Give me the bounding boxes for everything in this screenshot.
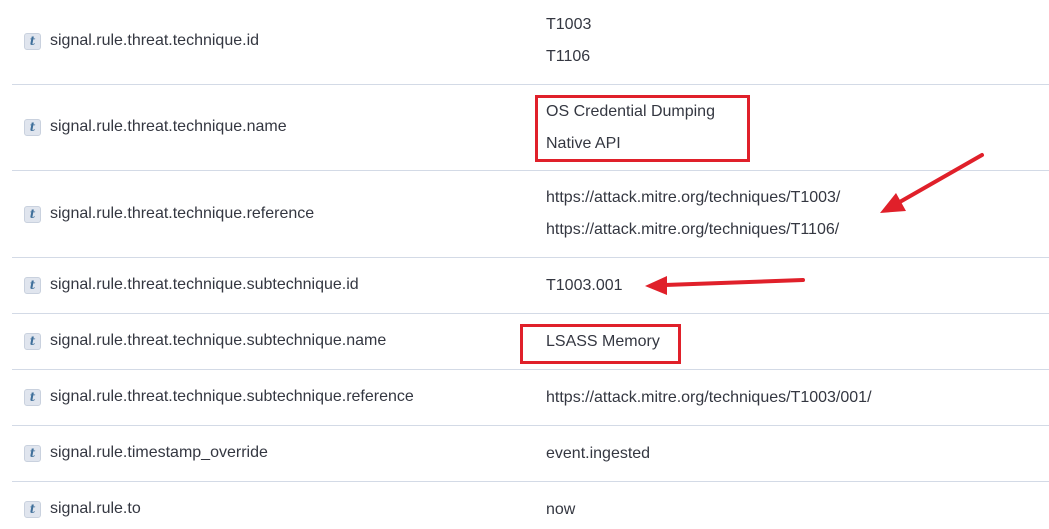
string-type-icon: t xyxy=(24,444,41,462)
field-cell: t signal.rule.threat.technique.reference xyxy=(24,205,314,223)
table-row: t signal.rule.threat.technique.subtechni… xyxy=(12,370,1049,426)
string-type-icon: t xyxy=(24,118,41,136)
field-cell: t signal.rule.threat.technique.subtechni… xyxy=(24,276,359,294)
table-row: t signal.rule.threat.technique.subtechni… xyxy=(12,258,1049,314)
field-value[interactable]: T1106 xyxy=(546,47,590,67)
field-value[interactable]: event.ingested xyxy=(546,444,650,464)
field-value[interactable]: https://attack.mitre.org/techniques/T100… xyxy=(546,188,840,208)
table-row: t signal.rule.threat.technique.reference… xyxy=(12,171,1049,258)
field-name: signal.rule.timestamp_override xyxy=(50,444,268,461)
field-value[interactable]: T1003.001 xyxy=(546,276,623,296)
field-name: signal.rule.threat.technique.name xyxy=(50,118,287,135)
table-row: t signal.rule.timestamp_override event.i… xyxy=(12,426,1049,482)
string-type-icon: t xyxy=(24,32,41,50)
field-value[interactable]: https://attack.mitre.org/techniques/T110… xyxy=(546,220,839,240)
table-row: t signal.rule.threat.technique.name OS C… xyxy=(12,85,1049,171)
field-name: signal.rule.to xyxy=(50,500,141,517)
field-name: signal.rule.threat.technique.id xyxy=(50,32,260,49)
string-type-icon: t xyxy=(24,500,41,518)
table-row: t signal.rule.to now xyxy=(12,482,1049,529)
field-cell: t signal.rule.to xyxy=(24,500,141,518)
field-name: signal.rule.threat.technique.subtechniqu… xyxy=(50,388,414,405)
field-cell: t signal.rule.threat.technique.subtechni… xyxy=(24,388,414,406)
field-name: signal.rule.threat.technique.reference xyxy=(50,205,315,222)
string-type-icon: t xyxy=(24,332,41,350)
string-type-icon: t xyxy=(24,205,41,223)
field-value[interactable]: T1003 xyxy=(546,15,591,35)
field-name: signal.rule.threat.technique.subtechniqu… xyxy=(50,332,387,349)
highlight-box-technique-name xyxy=(535,95,750,162)
field-name: signal.rule.threat.technique.subtechniqu… xyxy=(50,276,359,293)
field-cell: t signal.rule.threat.technique.name xyxy=(24,118,287,136)
string-type-icon: t xyxy=(24,388,41,406)
string-type-icon: t xyxy=(24,276,41,294)
field-cell: t signal.rule.threat.technique.id xyxy=(24,32,259,50)
field-value[interactable]: https://attack.mitre.org/techniques/T100… xyxy=(546,388,872,408)
field-value[interactable]: now xyxy=(546,500,575,520)
table-row: t signal.rule.threat.technique.id T1003 … xyxy=(12,0,1049,85)
field-cell: t signal.rule.timestamp_override xyxy=(24,444,268,462)
field-cell: t signal.rule.threat.technique.subtechni… xyxy=(24,332,386,350)
highlight-box-subtechnique-name xyxy=(520,324,681,364)
